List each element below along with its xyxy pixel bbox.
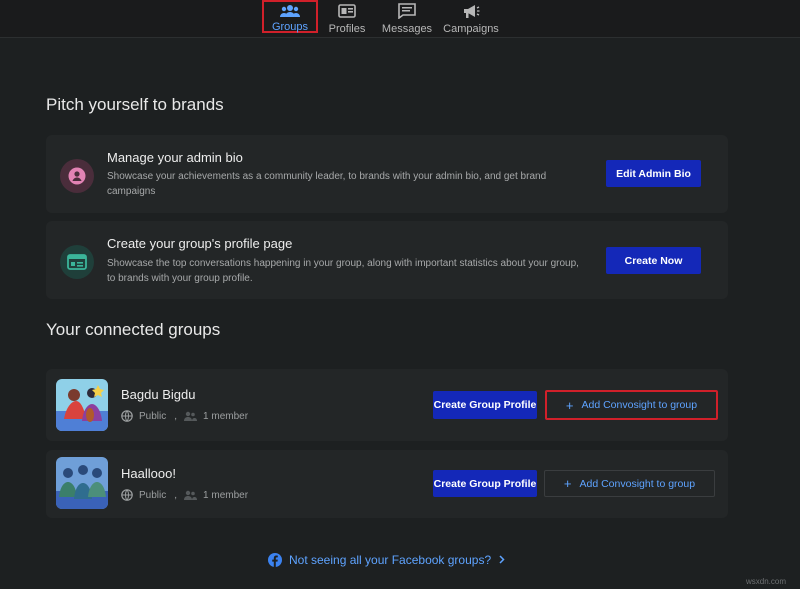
group-avatar[interactable] <box>56 379 108 431</box>
watermark: wsxdn.com <box>746 577 787 586</box>
create-group-profile-button[interactable]: Create Group Profile <box>433 470 537 497</box>
add-convosight-label: Add Convosight to group <box>581 399 698 411</box>
group-profile-page-title: Create your group's profile page <box>107 236 293 251</box>
add-convosight-label: Add Convosight to group <box>579 477 696 490</box>
tab-groups[interactable]: Groups <box>262 0 318 33</box>
add-convosight-button[interactable]: + Add Convosight to group <box>544 470 715 497</box>
person-icon <box>60 159 94 193</box>
tab-profiles-label: Profiles <box>328 23 366 35</box>
create-group-profile-button[interactable]: Create Group Profile <box>433 391 537 419</box>
create-now-button[interactable]: Create Now <box>606 247 701 274</box>
messages-icon <box>398 2 416 20</box>
admin-bio-description: Showcase your achievements as a communit… <box>107 171 547 197</box>
profile-card-icon <box>338 2 356 20</box>
group-card: Bagdu Bigdu Public , 1 member Create Gro… <box>46 369 728 441</box>
main-nav: Groups Profiles Messages Campaigns <box>262 0 502 38</box>
meta-separator: , <box>174 489 178 501</box>
megaphone-icon <box>462 2 480 20</box>
tab-messages[interactable]: Messages <box>380 0 434 38</box>
tab-campaigns[interactable]: Campaigns <box>440 0 502 38</box>
plus-icon: + <box>563 476 572 491</box>
member-count: 1 member <box>203 489 249 501</box>
facebook-icon <box>268 553 282 567</box>
member-count: 1 member <box>203 410 249 422</box>
tab-campaigns-label: Campaigns <box>443 23 499 35</box>
chevron-right-icon <box>499 553 505 567</box>
top-navigation-bar: Groups Profiles Messages Campaigns <box>0 0 800 38</box>
members-icon <box>184 490 198 500</box>
profile-page-icon <box>60 245 94 279</box>
tab-profiles[interactable]: Profiles <box>322 0 372 38</box>
group-avatar[interactable] <box>56 457 108 509</box>
plus-icon: + <box>565 397 574 413</box>
tab-messages-label: Messages <box>381 23 433 35</box>
add-convosight-button[interactable]: + Add Convosight to group <box>545 390 718 420</box>
tab-groups-label: Groups <box>271 21 309 33</box>
missing-groups-text: Not seeing all your Facebook groups? <box>289 553 492 567</box>
groups-icon <box>280 4 300 18</box>
edit-admin-bio-button[interactable]: Edit Admin Bio <box>606 160 701 187</box>
group-card: Haallooo! Public , 1 member Create Group… <box>46 450 728 518</box>
pitch-section-title: Pitch yourself to brands <box>46 95 224 114</box>
group-profile-page-description: Showcase the top conversations happening… <box>107 258 579 284</box>
group-meta: Public , 1 member <box>121 489 248 501</box>
privacy-label: Public <box>139 410 167 422</box>
admin-bio-card: Manage your admin bio Showcase your achi… <box>46 135 728 213</box>
meta-separator: , <box>174 410 178 422</box>
group-meta: Public , 1 member <box>121 410 248 422</box>
missing-groups-link[interactable]: Not seeing all your Facebook groups? <box>268 553 505 567</box>
privacy-label: Public <box>139 489 167 501</box>
group-name: Bagdu Bigdu <box>121 387 196 402</box>
connected-groups-title: Your connected groups <box>46 320 221 339</box>
globe-icon <box>121 489 133 501</box>
group-name: Haallooo! <box>121 466 176 481</box>
admin-bio-title: Manage your admin bio <box>107 150 243 165</box>
group-profile-page-card: Create your group's profile page Showcas… <box>46 221 728 299</box>
members-icon <box>184 411 198 421</box>
globe-icon <box>121 410 133 422</box>
